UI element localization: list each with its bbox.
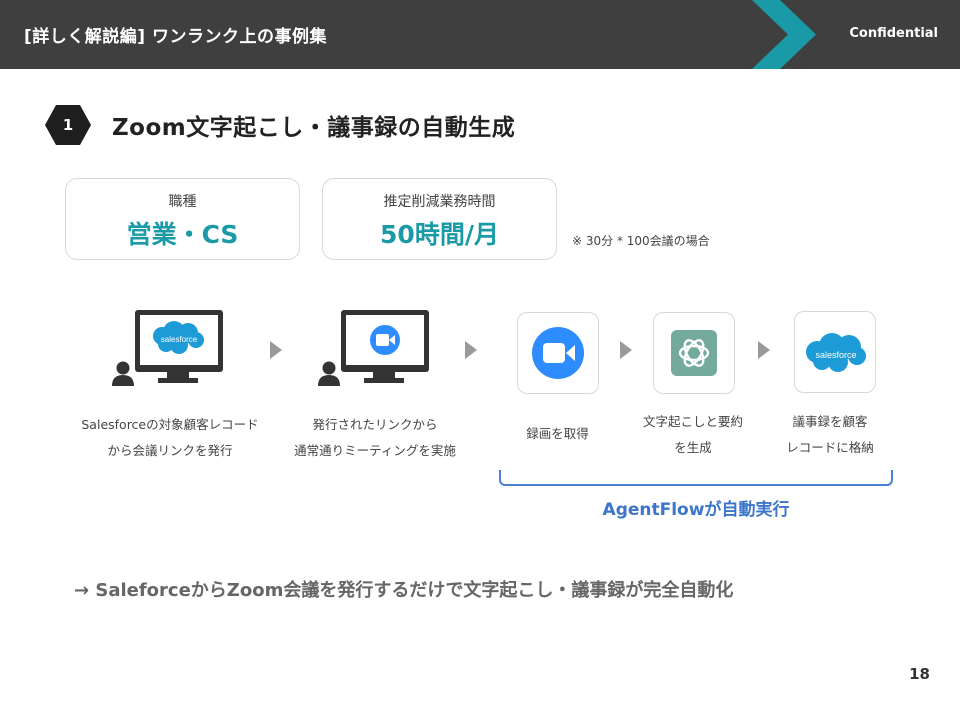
job-type-label: 職種 (168, 194, 197, 210)
step-caption-5: 議事録を顧客 レコードに格納 (770, 409, 890, 461)
zoom-camera-icon (532, 327, 584, 379)
flow-arrow-icon (620, 341, 632, 359)
agentflow-label: AgentFlowが自動実行 (602, 500, 790, 520)
flow-arrow-icon (465, 341, 477, 359)
flow-arrow-icon (270, 341, 282, 359)
user-monitor-salesforce-icon: salesforce (112, 310, 223, 386)
card-footnote: ※ 30分 * 100会議の場合 (572, 234, 710, 248)
step-caption-4: 文字起こしと要約 を生成 (634, 409, 752, 461)
chevron-decoration-icon (752, 0, 816, 69)
salesforce-logo-text: salesforce (815, 350, 856, 360)
caption-line: 発行されたリンクから (312, 417, 438, 432)
user-monitor-zoom-icon (318, 310, 429, 386)
salesforce-cloud-icon: salesforce (806, 333, 866, 372)
automation-bracket (499, 470, 893, 486)
step-caption-1: Salesforceの対象顧客レコード から会議リンクを発行 (60, 412, 280, 464)
caption-line: Salesforceの対象顧客レコード (81, 417, 259, 432)
caption-line: 議事録を顧客 (792, 414, 868, 429)
section-number: 1 (62, 116, 74, 134)
caption-line: から会議リンクを発行 (107, 443, 233, 458)
flow-arrow-icon (758, 341, 770, 359)
time-saved-label: 推定削減業務時間 (383, 194, 496, 210)
confidential-label: Confidential (849, 26, 938, 41)
caption-line: 録画を取得 (526, 426, 589, 441)
section-title: Zoom文字起こし・議事録の自動生成 (112, 115, 516, 141)
job-type-card: 職種 営業・CS (65, 178, 300, 260)
section-number-badge: 1 (45, 105, 91, 145)
salesforce-tile: salesforce (794, 311, 876, 393)
step-caption-3: 録画を取得 (500, 421, 615, 447)
page-number: 18 (909, 665, 930, 683)
zoom-tile (517, 312, 599, 394)
caption-line: 文字起こしと要約 (642, 414, 743, 429)
openai-knot-icon (671, 330, 717, 376)
job-type-value: 営業・CS (126, 220, 239, 249)
chatgpt-tile (653, 312, 735, 394)
caption-line: を生成 (674, 440, 712, 455)
caption-line: 通常通りミーティングを実施 (294, 443, 456, 458)
salesforce-logo-text: salesforce (161, 335, 198, 344)
time-saved-value: 50時間/月 (380, 220, 499, 249)
caption-line: レコードに格納 (786, 440, 874, 455)
header-title: [詳しく解説編] ワンランク上の事例集 (24, 27, 327, 47)
step-caption-2: 発行されたリンクから 通常通りミーティングを実施 (270, 412, 480, 464)
header-bar: [詳しく解説編] ワンランク上の事例集 Confidential (0, 0, 960, 69)
time-saved-card: 推定削減業務時間 50時間/月 (322, 178, 557, 260)
conclusion-text: → SaleforceからZoom会議を発行するだけで文字起こし・議事録が完全自… (74, 580, 734, 601)
